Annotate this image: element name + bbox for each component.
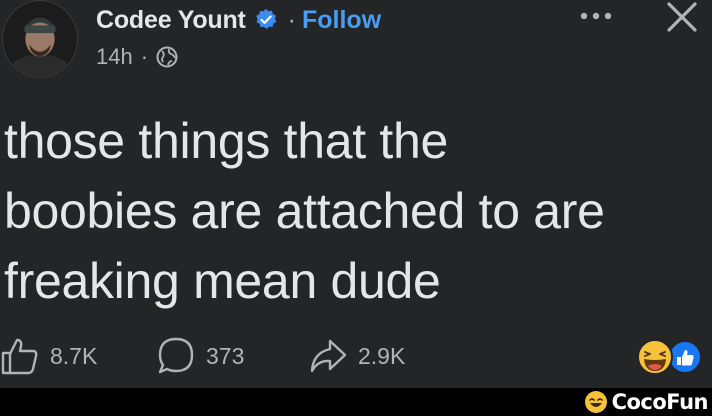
author-name[interactable]: Codee Yount bbox=[96, 6, 246, 35]
post-card: Codee Yount · Follow 14h · those things … bbox=[0, 0, 712, 388]
comment-button[interactable]: 373 bbox=[156, 334, 244, 378]
author-row: Codee Yount · Follow bbox=[96, 4, 381, 36]
haha-icon bbox=[637, 339, 673, 375]
globe-icon bbox=[156, 46, 178, 68]
more-options-icon[interactable] bbox=[576, 4, 616, 28]
post-text: those things that the boobies are attach… bbox=[4, 106, 704, 316]
post-text-line: boobies are attached to are bbox=[4, 183, 605, 239]
name-separator: · bbox=[287, 5, 296, 34]
cocofun-logo-icon bbox=[584, 391, 607, 413]
comment-icon bbox=[158, 337, 194, 374]
post-meta: 14h · bbox=[96, 43, 178, 71]
post-text-line: freaking mean dude bbox=[4, 253, 441, 309]
like-icon bbox=[668, 340, 702, 374]
comment-count: 373 bbox=[206, 342, 245, 369]
like-count: 8.7K bbox=[50, 342, 98, 369]
action-bar: 8.7K 373 2.9K bbox=[0, 334, 712, 378]
share-button[interactable]: 2.9K bbox=[308, 334, 405, 378]
watermark-bar: CocoFun bbox=[0, 388, 712, 416]
close-icon[interactable] bbox=[664, 0, 700, 36]
share-icon bbox=[310, 339, 347, 373]
post-timestamp[interactable]: 14h bbox=[96, 44, 133, 70]
share-count: 2.9K bbox=[358, 342, 406, 369]
like-button[interactable]: 8.7K bbox=[0, 334, 97, 378]
meta-separator: · bbox=[140, 44, 149, 69]
follow-button[interactable]: Follow bbox=[302, 6, 381, 35]
verified-badge-icon bbox=[254, 8, 278, 32]
author-avatar[interactable] bbox=[2, 0, 78, 78]
brand-watermark: CocoFun bbox=[584, 388, 709, 416]
post-text-line: those things that the bbox=[4, 113, 449, 169]
brand-name: CocoFun bbox=[611, 390, 709, 414]
reaction-summary[interactable] bbox=[636, 338, 704, 376]
thumbs-up-icon bbox=[1, 338, 38, 375]
